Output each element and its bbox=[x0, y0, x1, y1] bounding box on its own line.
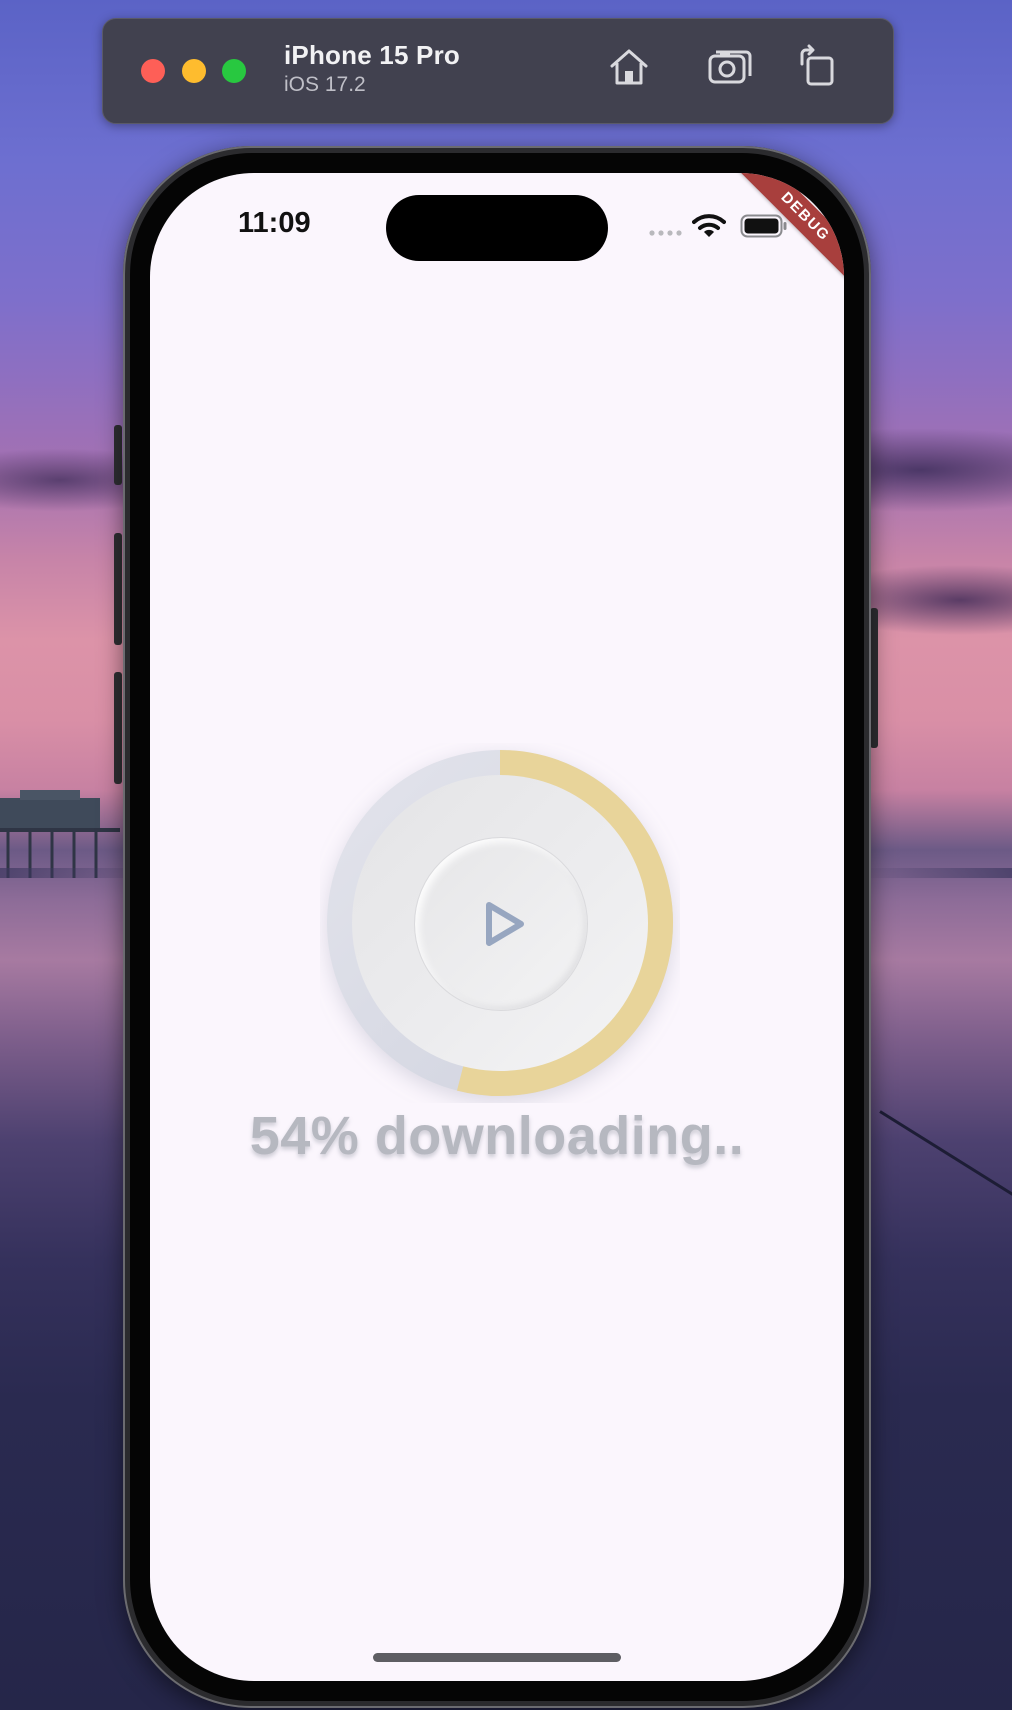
phone-screen: 11:09 DEBUG 54% downloading.. bbox=[150, 173, 844, 1681]
simulator-toolbar bbox=[102, 18, 894, 124]
screenshot-camera-icon[interactable] bbox=[706, 44, 752, 90]
device-name: iPhone 15 Pro bbox=[284, 40, 460, 70]
window-minimize-button[interactable] bbox=[182, 59, 206, 83]
volume-down-button[interactable] bbox=[114, 672, 122, 784]
window-close-button[interactable] bbox=[141, 59, 165, 83]
power-button[interactable] bbox=[870, 608, 878, 748]
download-progress-dial bbox=[320, 743, 680, 1103]
wifi-icon bbox=[692, 214, 726, 237]
dynamic-island bbox=[386, 195, 608, 261]
home-icon[interactable] bbox=[606, 44, 652, 90]
home-indicator[interactable] bbox=[373, 1653, 621, 1662]
fishing-rod-silhouette bbox=[879, 1110, 1012, 1219]
battery-icon bbox=[740, 214, 787, 238]
cellular-dots-icon bbox=[649, 230, 682, 236]
download-progress-label: 54% downloading.. bbox=[249, 1106, 745, 1166]
play-icon bbox=[486, 902, 524, 946]
action-button[interactable] bbox=[114, 425, 122, 485]
pier-silhouette bbox=[0, 790, 120, 878]
play-button[interactable] bbox=[414, 837, 588, 1011]
volume-up-button[interactable] bbox=[114, 533, 122, 645]
os-version: iOS 17.2 bbox=[284, 73, 366, 96]
status-time: 11:09 bbox=[238, 207, 311, 239]
window-zoom-button[interactable] bbox=[222, 59, 246, 83]
rotate-icon[interactable] bbox=[796, 44, 842, 90]
